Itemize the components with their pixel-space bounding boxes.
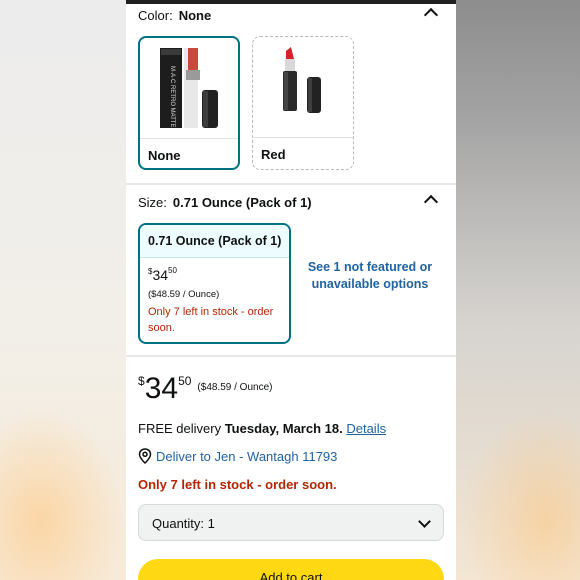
lipstick-image <box>253 37 353 137</box>
section-divider <box>126 355 456 357</box>
top-bar <box>126 0 456 4</box>
add-to-cart-button[interactable]: Add to cart <box>138 559 444 580</box>
currency-symbol: $ <box>138 374 145 388</box>
background-left <box>0 0 126 580</box>
quantity-select[interactable]: Quantity: 1 <box>138 504 444 541</box>
price-whole: 34 <box>152 267 169 283</box>
color-option-none[interactable]: M·A·C RETRO MATTE None <box>138 36 240 170</box>
unit-price: ($48.59 / Ounce) <box>197 382 273 393</box>
lipstick-box-image: M·A·C RETRO MATTE <box>140 38 238 138</box>
size-option-card[interactable]: 0.71 Ounce (Pack of 1) $3450 ($48.59 / O… <box>138 223 291 344</box>
color-option-label: Red <box>261 147 286 162</box>
details-link[interactable]: Details <box>346 421 386 436</box>
swatch-divider <box>253 137 353 138</box>
color-row: Color: None <box>138 8 211 23</box>
location-pin-icon <box>138 448 152 465</box>
delivery-info: FREE delivery Tuesday, March 18. Details <box>138 421 386 436</box>
size-option-title: 0.71 Ounce (Pack of 1) <box>140 225 289 258</box>
size-option-stock: Only 7 left in stock - order soon. <box>148 306 274 334</box>
color-option-red[interactable]: Red <box>252 36 354 170</box>
delivery-prefix: FREE delivery <box>138 421 222 436</box>
size-option-price: $3450 <box>148 266 177 283</box>
section-divider <box>126 183 456 185</box>
price-fraction: 50 <box>178 374 192 388</box>
size-label: Size: <box>138 195 167 210</box>
svg-text:M·A·C RETRO MATTE: M·A·C RETRO MATTE <box>169 66 175 128</box>
chevron-down-icon <box>418 515 431 528</box>
swatch-divider <box>140 138 238 139</box>
quantity-label: Quantity: <box>152 516 205 531</box>
stock-status: Only 7 left in stock - order soon. <box>138 477 337 492</box>
background-right <box>456 0 580 580</box>
size-collapse-chevron-icon[interactable] <box>423 194 439 210</box>
product-page: Color: None M·A·C RETRO MATTE None Red S… <box>126 0 456 580</box>
size-selected-value: 0.71 Ounce (Pack of 1) <box>172 195 312 210</box>
quantity-value: 1 <box>207 516 215 531</box>
color-selected-value: None <box>178 8 212 23</box>
size-row: Size: 0.71 Ounce (Pack of 1) <box>138 195 312 210</box>
see-more-options-link[interactable]: See 1 not featured or unavailable option… <box>306 259 434 293</box>
color-label: Color: <box>138 8 173 23</box>
size-option-unit-price: ($48.59 / Ounce) <box>148 289 220 300</box>
main-price: $3450 ($48.59 / Ounce) <box>138 372 272 406</box>
delivery-date: Tuesday, March 18. <box>224 421 343 436</box>
price-fraction: 50 <box>168 266 177 275</box>
deliver-to-text: Deliver to Jen - Wantagh 11793 <box>156 449 338 464</box>
color-collapse-chevron-icon[interactable] <box>423 7 439 23</box>
deliver-to-location[interactable]: Deliver to Jen - Wantagh 11793 <box>138 448 338 465</box>
color-option-label: None <box>148 148 181 163</box>
price-whole: 34 <box>144 372 179 405</box>
